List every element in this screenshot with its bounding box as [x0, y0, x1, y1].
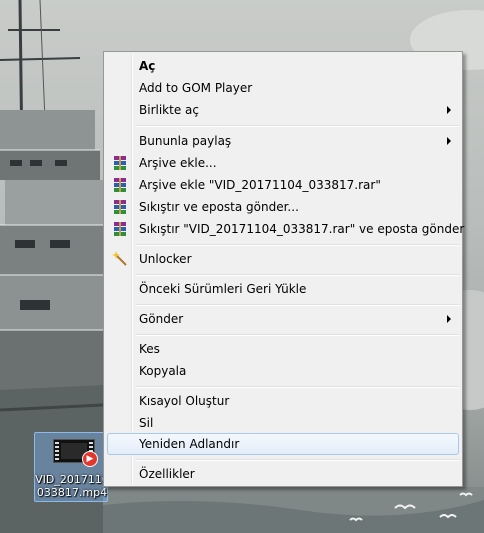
desktop-file-name: VID_2017110 033817.mp4 [35, 473, 109, 499]
menu-item-add-to-gom-player[interactable]: Add to GOM Player [107, 77, 459, 99]
menu-separator [136, 334, 459, 336]
menu-separator [136, 274, 459, 276]
gom-player-badge-icon: ▶ [82, 451, 98, 467]
menu-item-compress-and-email[interactable]: Sıkıştır ve eposta gönder... [107, 196, 459, 218]
menu-item-label: Yeniden Adlandır [139, 437, 240, 451]
unlocker-wand-icon [112, 251, 127, 266]
menu-item-open[interactable]: Aç [107, 55, 459, 77]
menu-item-label: Sıkıştır "VID_20171104_033817.rar" ve ep… [139, 222, 465, 236]
desktop-file-icon[interactable]: ▶ VID_2017110 033817.mp4 [34, 432, 109, 502]
menu-item-share-with[interactable]: Bununla paylaş [107, 130, 459, 152]
winrar-icon [114, 200, 126, 214]
menu-item-label: Kopyala [139, 364, 187, 378]
menu-item-label: Aç [139, 59, 156, 73]
file-name-line1: VID_2017110 [35, 473, 109, 486]
submenu-arrow-icon [447, 315, 451, 323]
menu-item-delete[interactable]: Sil [107, 412, 459, 434]
menu-item-copy[interactable]: Kopyala [107, 360, 459, 382]
menu-item-label: Unlocker [139, 252, 192, 266]
menu-item-label: Bununla paylaş [139, 134, 232, 148]
menu-separator [136, 125, 459, 127]
menu-item-label: Birlikte aç [139, 103, 199, 117]
menu-item-send-to[interactable]: Gönder [107, 308, 459, 330]
submenu-arrow-icon [447, 137, 451, 145]
menu-item-label: Önceki Sürümleri Geri Yükle [139, 282, 307, 296]
menu-item-open-with[interactable]: Birlikte aç [107, 99, 459, 121]
winrar-icon [114, 178, 126, 192]
menu-item-label: Kısayol Oluştur [139, 394, 230, 408]
menu-item-unlocker[interactable]: Unlocker [107, 248, 459, 270]
menu-separator [136, 244, 459, 246]
file-name-line2: 033817.mp4 [36, 486, 108, 499]
submenu-arrow-icon [447, 106, 451, 114]
menu-item-cut[interactable]: Kes [107, 338, 459, 360]
menu-item-label: Sıkıştır ve eposta gönder... [139, 200, 299, 214]
menu-item-label: Gönder [139, 312, 184, 326]
menu-item-compress-rar-and-email[interactable]: Sıkıştır "VID_20171104_033817.rar" ve ep… [107, 218, 464, 240]
menu-separator [136, 304, 459, 306]
menu-item-label: Kes [139, 342, 160, 356]
winrar-icon [114, 222, 126, 236]
menu-separator [136, 386, 459, 388]
menu-item-create-shortcut[interactable]: Kısayol Oluştur [107, 390, 459, 412]
menu-item-restore-previous-versions[interactable]: Önceki Sürümleri Geri Yükle [107, 278, 459, 300]
menu-item-add-to-archive[interactable]: Arşive ekle... [107, 152, 459, 174]
menu-item-label: Özellikler [139, 467, 195, 481]
menu-item-add-to-rar[interactable]: Arşive ekle "VID_20171104_033817.rar" [107, 174, 459, 196]
context-menu: Aç Add to GOM Player Birlikte aç Bununla… [103, 51, 464, 487]
menu-item-label: Add to GOM Player [139, 81, 253, 95]
menu-item-properties[interactable]: Özellikler [107, 463, 459, 485]
menu-item-label: Arşive ekle "VID_20171104_033817.rar" [139, 178, 381, 192]
menu-item-rename[interactable]: Yeniden Adlandır [107, 433, 459, 455]
menu-item-label: Arşive ekle... [139, 156, 217, 170]
menu-item-label: Sil [139, 416, 154, 430]
winrar-icon [114, 156, 126, 170]
menu-separator [136, 459, 459, 461]
